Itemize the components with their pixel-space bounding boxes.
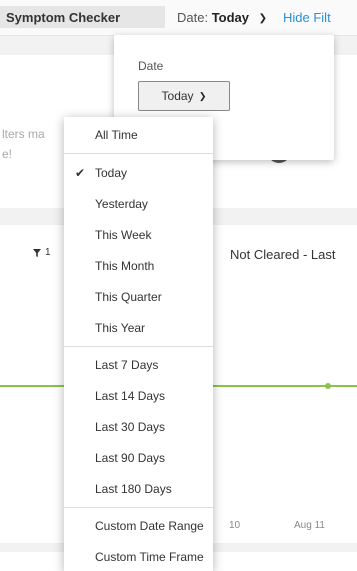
date-filter-value: Today (211, 10, 250, 25)
date-filter-button[interactable]: Date: Today ❯ (177, 10, 267, 25)
menu-item-label: All Time (95, 128, 138, 142)
menu-item-today[interactable]: ✔ Today (64, 159, 213, 187)
menu-item-yesterday[interactable]: Yesterday (64, 190, 213, 218)
menu-divider (64, 346, 213, 347)
menu-item-label: Last 30 Days (95, 420, 166, 434)
menu-item-label: Yesterday (95, 197, 148, 211)
filter-icon[interactable] (33, 249, 41, 257)
menu-item-this-quarter[interactable]: This Quarter (64, 283, 213, 311)
menu-item-label: Custom Date Range (95, 519, 204, 533)
menu-item-all-time[interactable]: All Time (64, 121, 213, 149)
menu-item-this-week[interactable]: This Week (64, 221, 213, 249)
date-popover-label: Date (138, 59, 164, 73)
menu-item-label: This Month (95, 259, 155, 273)
menu-item-label: Custom Time Frame (95, 550, 204, 564)
menu-item-label: Last 7 Days (95, 358, 159, 372)
menu-item-label: This Week (95, 228, 152, 242)
menu-item-label: Last 90 Days (95, 451, 166, 465)
chart-title: Not Cleared - Last (230, 247, 336, 262)
menu-divider (64, 153, 213, 154)
menu-divider (64, 507, 213, 508)
menu-item-label: This Year (95, 321, 146, 335)
menu-item-last-180-days[interactable]: Last 180 Days (64, 475, 213, 503)
chevron-down-icon: ❯ (198, 91, 207, 101)
menu-item-last-90-days[interactable]: Last 90 Days (64, 444, 213, 472)
date-filter-prefix: Date: (177, 10, 209, 25)
menu-item-label: Today (95, 166, 128, 180)
chevron-down-icon: ❯ (258, 13, 268, 24)
menu-item-last-7-days[interactable]: Last 7 Days (64, 351, 213, 379)
data-point[interactable] (324, 382, 332, 390)
top-bar: Symptom Checker Date: Today ❯ Hide Filt (0, 0, 357, 36)
checkmark-icon: ✔ (75, 166, 86, 180)
menu-item-this-month[interactable]: This Month (64, 252, 213, 280)
menu-item-this-year[interactable]: This Year (64, 314, 213, 342)
menu-item-label: This Quarter (95, 290, 162, 304)
empty-note-line2: e! (2, 147, 13, 161)
menu-item-last-30-days[interactable]: Last 30 Days (64, 413, 213, 441)
date-range-menu: All Time ✔ Today Yesterday This Week Thi… (64, 117, 213, 571)
tab-label[interactable]: Symptom Checker (6, 10, 120, 25)
date-select[interactable]: Today ❯ (138, 81, 230, 111)
hide-filters-link[interactable]: Hide Filt (283, 10, 331, 25)
date-select-value: Today (161, 89, 194, 103)
menu-item-label: Last 180 Days (95, 482, 172, 496)
menu-item-custom-time-frame[interactable]: Custom Time Frame (64, 543, 213, 571)
menu-item-custom-date-range[interactable]: Custom Date Range (64, 512, 213, 540)
menu-item-last-14-days[interactable]: Last 14 Days (64, 382, 213, 410)
x-axis-label: 10 (229, 520, 241, 531)
menu-item-label: Last 14 Days (95, 389, 166, 403)
x-axis-label: Aug 11 (294, 520, 325, 531)
empty-note-line1: lters ma (2, 127, 45, 141)
filter-count: 1 (45, 247, 51, 258)
